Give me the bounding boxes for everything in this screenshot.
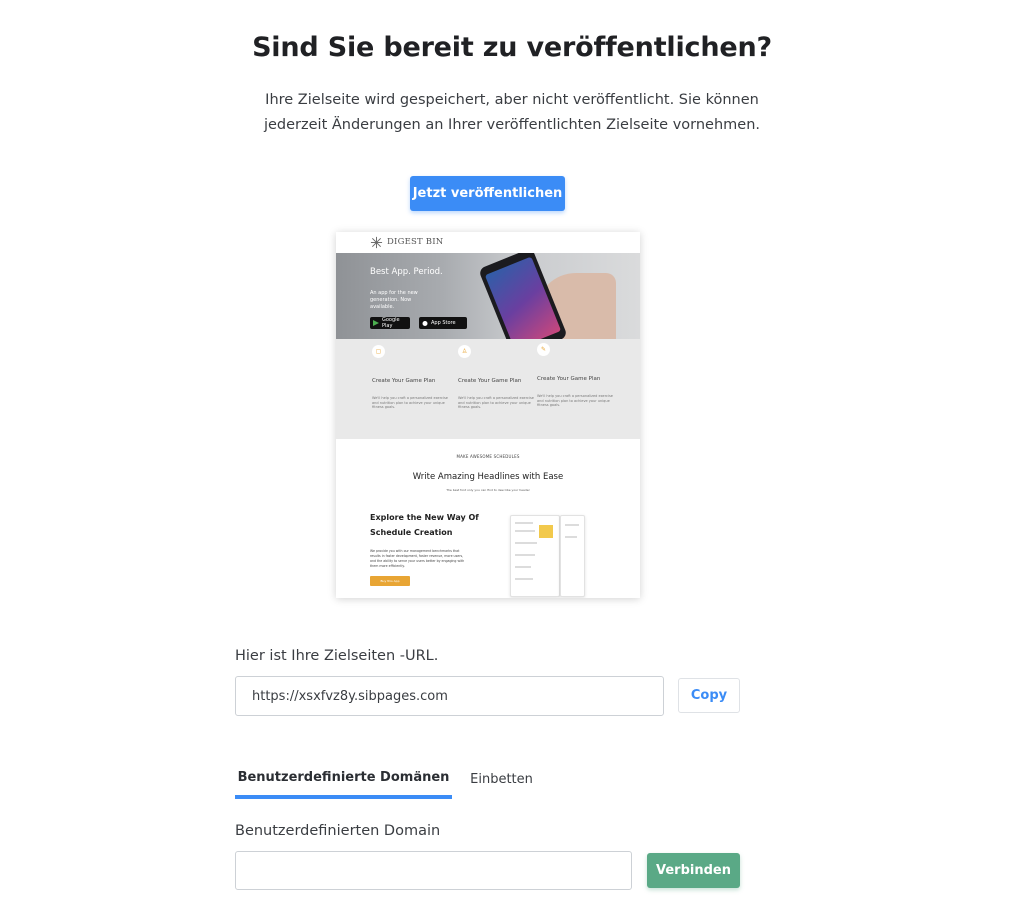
custom-domain-input[interactable] <box>235 851 632 890</box>
preview-schedule-section: MAKE AWESOME SCHEDULES Write Amazing Hea… <box>336 439 640 598</box>
page-title: Sind Sie bereit zu veröffentlichen? <box>252 32 772 63</box>
domain-tabs: Benutzerdefinierte Domänen Einbetten <box>235 760 740 800</box>
snowflake-logo-icon <box>370 236 383 249</box>
preview-header: DIGEST BIN <box>336 232 640 253</box>
url-label: Hier ist Ihre Zielseiten -URL. <box>235 648 439 664</box>
preview-headline: Write Amazing Headlines with Ease <box>412 472 564 482</box>
preview-hero-subtitle: An app for the new generation. Now avail… <box>370 290 418 310</box>
custom-domain-label: Benutzerdefinierten Domain <box>235 823 441 839</box>
preview-hero: Best App. Period. An app for the new gen… <box>336 253 640 339</box>
feature-item: ▢ Create Your Game Plan We'll help you c… <box>372 345 452 410</box>
landing-page-preview: DIGEST BIN Best App. Period. An app for … <box>336 232 640 598</box>
preview-explore-text: We provide you with our management bench… <box>370 549 465 568</box>
landing-page-url-field[interactable] <box>235 676 664 716</box>
note-icon: ▢ <box>372 345 385 358</box>
copy-url-button[interactable]: Copy <box>678 678 740 713</box>
app-mockup-image <box>510 515 560 597</box>
page-subtitle: Ihre Zielseite wird gespeichert, aber ni… <box>263 92 761 133</box>
preview-brand: DIGEST BIN <box>387 237 444 247</box>
google-play-badge: Google Play <box>370 317 410 329</box>
person-icon: ♙ <box>458 345 471 358</box>
feature-item: ✎ Create Your Game Plan We'll help you c… <box>537 343 617 408</box>
preview-cta-button: Buy this App <box>370 576 410 586</box>
feature-item: ♙ Create Your Game Plan We'll help you c… <box>458 345 538 410</box>
preview-eyebrow: MAKE AWESOME SCHEDULES <box>456 454 520 459</box>
connect-domain-button[interactable]: Verbinden <box>647 853 740 888</box>
play-store-icon <box>373 320 379 326</box>
apple-icon <box>422 321 428 326</box>
preview-features: ▢ Create Your Game Plan We'll help you c… <box>336 339 640 439</box>
app-mockup-side-image <box>560 515 585 597</box>
tab-custom-domains[interactable]: Benutzerdefinierte Domänen <box>235 760 452 799</box>
edit-icon: ✎ <box>537 343 550 356</box>
preview-tagline: The best font only you can find to descr… <box>446 488 530 492</box>
preview-hero-title: Best App. Period. <box>370 267 443 277</box>
tab-embed[interactable]: Einbetten <box>452 760 551 799</box>
publish-now-button[interactable]: Jetzt veröffentlichen <box>410 176 565 211</box>
preview-explore-title: Explore the New Way Of Schedule Creation <box>370 513 479 537</box>
app-store-badge: App Store <box>419 317 467 329</box>
